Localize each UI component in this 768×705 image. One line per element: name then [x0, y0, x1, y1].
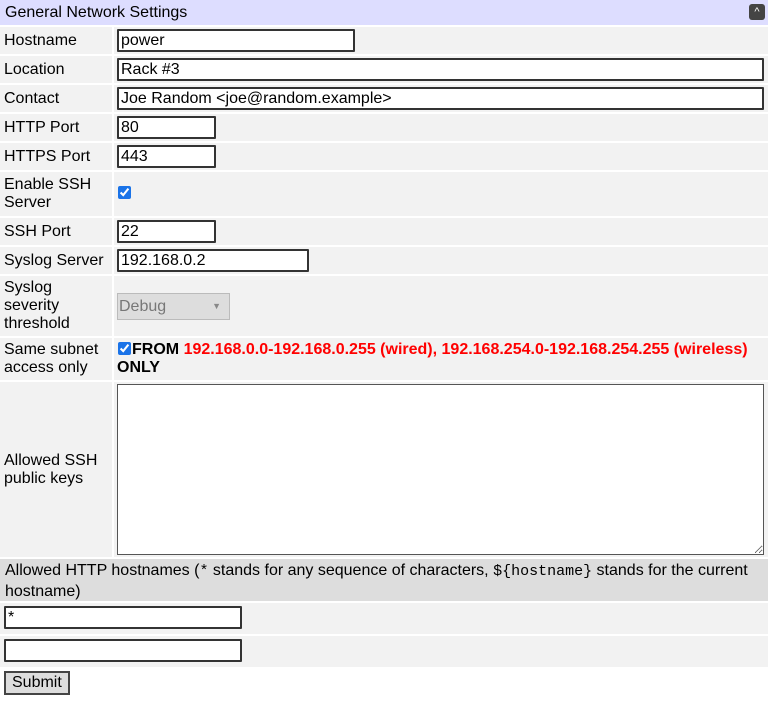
hostname-row	[0, 636, 768, 667]
hostname-label: Hostname	[0, 27, 114, 54]
chevron-down-icon: ▼	[212, 294, 221, 319]
same-subnet-checkbox[interactable]	[118, 342, 131, 355]
syslog-severity-select[interactable]: Debug ▼	[117, 293, 230, 320]
ssh-port-label: SSH Port	[0, 218, 114, 245]
location-label: Location	[0, 56, 114, 83]
hostnames-text-1: Allowed HTTP hostnames (	[5, 562, 199, 579]
contact-input[interactable]	[117, 87, 764, 110]
settings-table: Hostname Location Contact HTTP Port HTTP…	[0, 25, 768, 559]
only-text: ONLY	[117, 359, 160, 376]
https-port-label: HTTPS Port	[0, 143, 114, 170]
hostname-row	[0, 603, 768, 634]
https-port-input[interactable]	[117, 145, 216, 168]
ssh-keys-label: Allowed SSH public keys	[0, 382, 114, 557]
http-hostnames-header: Allowed HTTP hostnames (* stands for any…	[0, 559, 768, 601]
http-hostname-input-2[interactable]	[4, 639, 242, 662]
contact-label: Contact	[0, 85, 114, 112]
syslog-severity-label: Syslog severity threshold	[0, 276, 114, 336]
selected-value: Debug	[119, 298, 166, 315]
section-title: General Network Settings	[5, 4, 187, 21]
enable-ssh-checkbox[interactable]	[118, 186, 131, 199]
section-header: General Network Settings ^	[0, 0, 768, 25]
submit-button[interactable]: Submit	[4, 671, 70, 695]
location-input[interactable]	[117, 58, 764, 81]
syslog-server-label: Syslog Server	[0, 247, 114, 274]
http-port-input[interactable]	[117, 116, 216, 139]
collapse-icon[interactable]: ^	[749, 4, 765, 20]
from-text: FROM	[132, 341, 179, 358]
http-hostname-input-1[interactable]	[4, 606, 242, 629]
hostname-input[interactable]	[117, 29, 355, 52]
http-port-label: HTTP Port	[0, 114, 114, 141]
syslog-server-input[interactable]	[117, 249, 309, 272]
ssh-keys-textarea[interactable]	[117, 384, 764, 555]
ssh-port-input[interactable]	[117, 220, 216, 243]
subnet-ranges: 192.168.0.0-192.168.0.255 (wired), 192.1…	[184, 341, 748, 358]
hostname-var-code: ${hostname}	[493, 563, 592, 580]
hostnames-text-2: stands for any sequence of characters,	[208, 562, 493, 579]
same-subnet-label: Same subnet access only	[0, 338, 114, 380]
enable-ssh-label: Enable SSH Server	[0, 172, 114, 216]
